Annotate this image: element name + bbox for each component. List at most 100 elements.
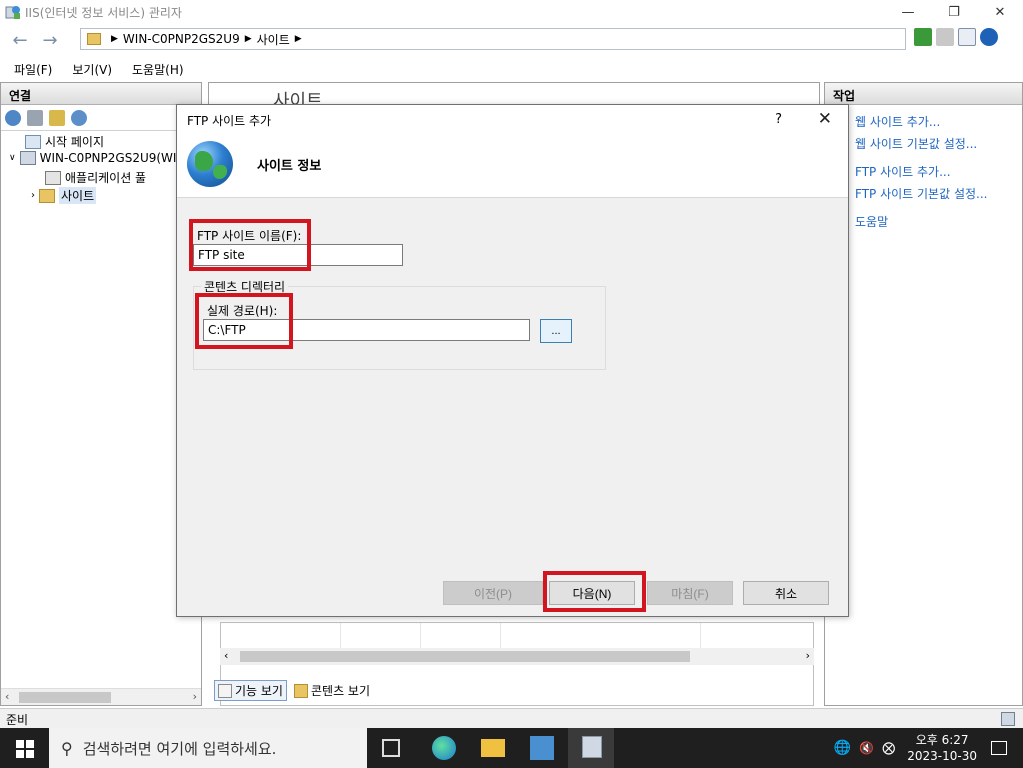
tree-horizontal-scrollbar[interactable]: ‹ › [1,688,201,705]
taskbar: ⚲ 검색하려면 여기에 입력하세요. 🌐 🔇 ⨂ 오후 6:27 2023-10… [0,728,1023,768]
help-icon[interactable] [980,28,998,46]
disconnect-icon[interactable] [71,109,87,126]
scroll-thumb[interactable] [240,651,690,662]
menu-bar: 파일(F) 보기(V) 도움말(H) [0,58,1023,80]
tree-label: WIN-C0PNP2GS2U9(WI [39,151,177,165]
sites-folder-icon [39,188,55,203]
window-controls: — ❐ ✕ [885,0,1023,24]
dialog-close-button[interactable]: ✕ [818,109,832,129]
tree-item-server[interactable]: ∨ WIN-C0PNP2GS2U9(WI [9,151,176,165]
breadcrumb[interactable]: ▶ WIN-C0PNP2GS2U9 ▶ 사이트 ▶ [80,28,906,50]
browse-button[interactable]: ... [540,319,572,343]
forward-arrow-icon[interactable]: → [38,28,62,52]
add-ftp-site-dialog: FTP 사이트 추가 ? ✕ 사이트 정보 FTP 사이트 이름(F): 콘텐츠… [176,104,849,617]
view-tabs: 기능 보기 콘텐츠 보기 [214,680,373,701]
stop-icon[interactable] [936,28,954,46]
tree-label: 애플리케이션 풀 [65,171,147,185]
status-text: 준비 [6,713,29,727]
actions-panel: 작업 웹 사이트 추가... 웹 사이트 기본값 설정... FTP 사이트 추… [824,82,1023,706]
save-icon[interactable] [27,109,43,126]
action-center-icon[interactable] [991,741,1007,755]
clock[interactable]: 오후 6:27 2023-10-30 [907,732,977,764]
connections-panel: 연결 시작 페이지 ∨ WIN-C0PNP2GS2U9(WI 애플리케이션 풀 … [0,82,202,706]
menu-help[interactable]: 도움말(H) [132,61,184,78]
server-status-icon [1001,712,1015,726]
start-page-icon [25,134,41,149]
network-globe-icon[interactable]: 🌐 [834,740,851,756]
restore-button[interactable]: ❐ [931,0,977,24]
tree-item-start-page[interactable]: 시작 페이지 [25,133,104,150]
scroll-right-icon[interactable]: › [806,649,810,662]
clock-date: 2023-10-30 [907,749,977,763]
iis-manager-taskbar-icon [582,736,602,758]
globe-icon [187,141,233,187]
scroll-left-icon[interactable]: ‹ [5,690,9,703]
breadcrumb-separator-icon: ▶ [294,34,302,44]
finish-button[interactable]: 마침(F) [647,581,733,605]
scroll-right-icon[interactable]: › [193,690,197,703]
tree-item-sites[interactable]: › 사이트 [31,187,97,204]
chevron-down-icon[interactable]: ∨ [9,153,16,163]
banner-title: 사이트 정보 [257,159,322,174]
breadcrumb-sites[interactable]: 사이트 [257,31,290,48]
previous-button[interactable]: 이전(P) [443,581,543,605]
tab-content-view[interactable]: 콘텐츠 보기 [291,681,373,700]
highlight-site-name [189,219,311,271]
actions-header: 작업 [825,83,1022,105]
status-bar: 준비 [0,708,1023,728]
address-bar: ← → ▶ WIN-C0PNP2GS2U9 ▶ 사이트 ▶ [0,24,1023,56]
edge-browser-icon[interactable] [432,736,456,760]
tab-label: 기능 보기 [235,684,283,698]
search-icon: ⚲ [61,738,73,758]
breadcrumb-separator-icon: ▶ [244,34,252,44]
server-manager-icon[interactable] [530,736,554,760]
action-add-website[interactable]: 웹 사이트 추가... [855,111,1022,133]
folder-icon [87,33,101,45]
notification-error-icon[interactable]: ⨂ [882,741,895,756]
highlight-next-button [543,571,646,612]
breadcrumb-server[interactable]: WIN-C0PNP2GS2U9 [123,32,240,46]
tab-features-view[interactable]: 기능 보기 [214,680,287,701]
refresh-icon[interactable] [914,28,932,46]
connections-header: 연결 [1,83,201,105]
taskbar-search-box[interactable]: ⚲ 검색하려면 여기에 입력하세요. [49,728,367,768]
chevron-right-icon[interactable]: › [31,190,35,201]
dialog-banner: 사이트 정보 [177,135,848,198]
action-ftp-defaults[interactable]: FTP 사이트 기본값 설정... [855,183,1022,205]
volume-muted-icon[interactable]: 🔇 [859,741,874,755]
menu-view[interactable]: 보기(V) [72,61,112,78]
windows-start-icon[interactable] [16,740,34,758]
menu-file[interactable]: 파일(F) [14,61,52,78]
dialog-help-button[interactable]: ? [775,112,782,127]
action-help[interactable]: 도움말 [855,211,1022,233]
highlight-physical-path [195,293,293,349]
up-folder-icon[interactable] [49,109,65,126]
minimize-button[interactable]: — [885,0,931,24]
window-title: IIS(인터넷 정보 서비스) 관리자 [25,5,182,20]
scroll-thumb[interactable] [19,692,111,703]
tree-label: 사이트 [59,187,97,204]
action-website-defaults[interactable]: 웹 사이트 기본값 설정... [855,133,1022,155]
connect-icon[interactable] [5,109,21,126]
sites-horizontal-scrollbar[interactable]: ‹ › [220,648,814,665]
window-titlebar: IIS(인터넷 정보 서비스) 관리자 — ❐ ✕ [0,0,1023,24]
breadcrumb-separator-icon: ▶ [111,34,118,44]
system-tray: 🌐 🔇 ⨂ 오후 6:27 2023-10-30 [834,728,1023,768]
close-window-button[interactable]: ✕ [977,0,1023,24]
clock-time: 오후 6:27 [915,733,969,747]
file-explorer-icon[interactable] [481,739,505,757]
app-pool-icon [45,170,61,185]
back-arrow-icon[interactable]: ← [8,28,32,52]
task-view-icon[interactable] [382,739,400,757]
search-placeholder: 검색하려면 여기에 입력하세요. [82,739,277,758]
address-toolbar [914,28,998,46]
home-icon[interactable] [958,28,976,46]
action-add-ftp-site[interactable]: FTP 사이트 추가... [855,161,1022,183]
tab-label: 콘텐츠 보기 [310,684,370,698]
content-view-icon [293,683,308,698]
scroll-left-icon[interactable]: ‹ [224,649,228,662]
features-view-icon [218,683,232,698]
cancel-button[interactable]: 취소 [743,581,829,605]
dialog-title: FTP 사이트 추가 [187,113,272,128]
tree-item-app-pools[interactable]: 애플리케이션 풀 [45,169,146,186]
